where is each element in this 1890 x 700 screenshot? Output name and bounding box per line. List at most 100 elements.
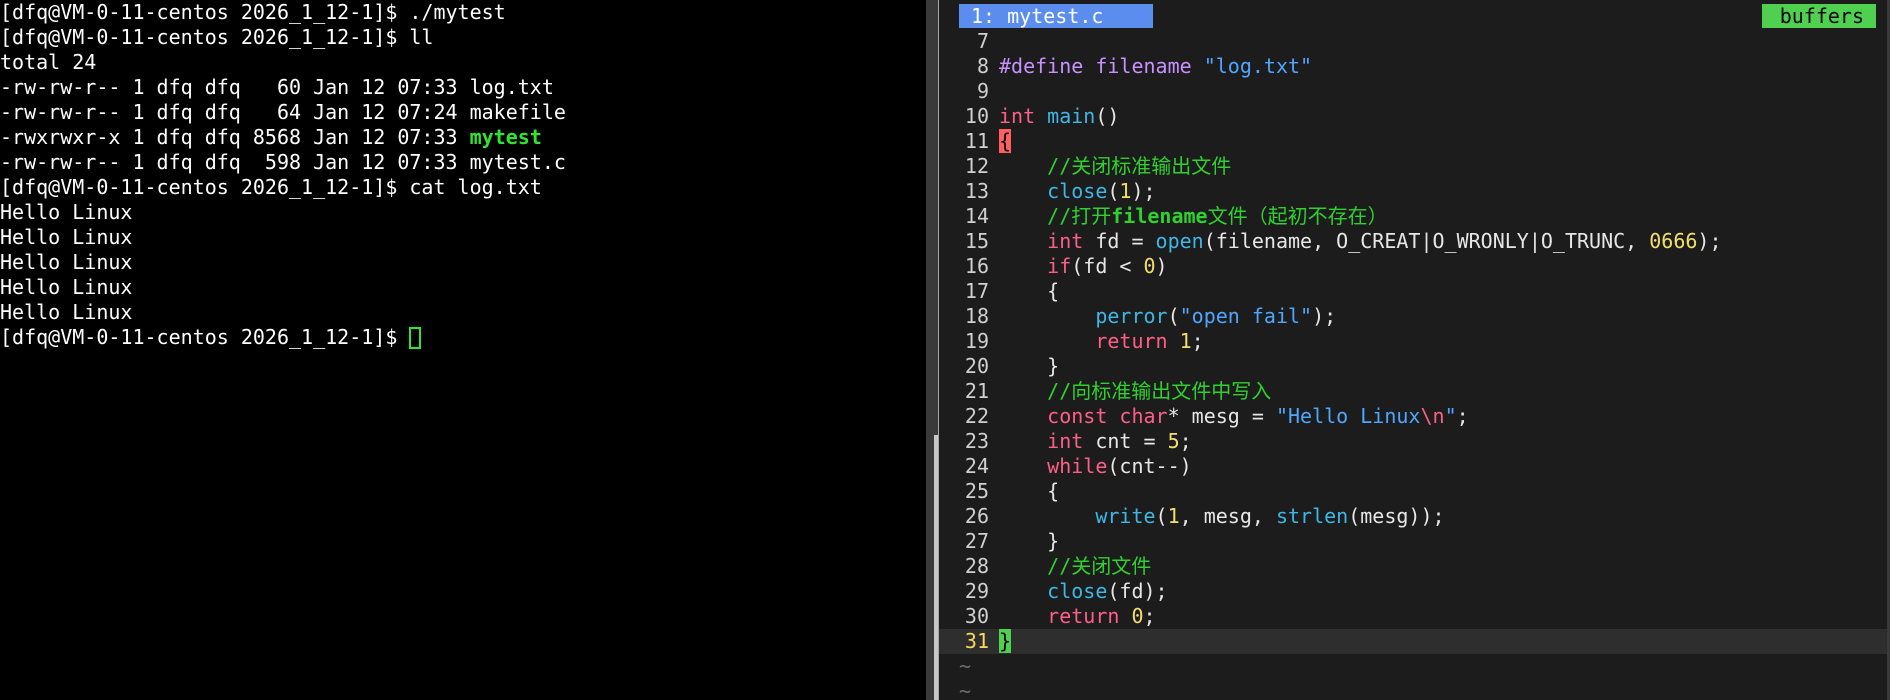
code-line-12: 12 //关闭标准输出文件 xyxy=(939,154,1890,179)
code-text: ; xyxy=(1191,329,1204,353)
current-line-number: 31 xyxy=(964,629,989,653)
line-number: 15 xyxy=(964,229,989,253)
function-name: open xyxy=(1155,229,1204,253)
terminal-line: [dfq@VM-0-11-centos 2026_1_12-1]$ cat lo… xyxy=(0,175,542,199)
comment: //打开 xyxy=(999,204,1112,228)
code-line-29: 29 close(fd); xyxy=(939,579,1890,604)
keyword: return xyxy=(999,604,1120,628)
function-name: close xyxy=(999,179,1108,203)
terminal-pane[interactable]: [dfq@VM-0-11-centos 2026_1_12-1]$ ./myte… xyxy=(0,0,926,700)
line-number: 11 xyxy=(964,129,989,153)
line-number: 20 xyxy=(964,354,989,378)
code-text: () xyxy=(1095,104,1120,128)
code-line-22: 22 const char* mesg = "Hello Linux\n"; xyxy=(939,404,1890,429)
string-literal: " xyxy=(1444,404,1457,428)
line-number: 27 xyxy=(964,529,989,553)
code-line-28: 28 //关闭文件 xyxy=(939,554,1890,579)
line-number: 7 xyxy=(976,29,989,53)
tilde-marker: ~ xyxy=(959,654,972,678)
function-name: close xyxy=(999,579,1108,603)
number-literal: 1 xyxy=(1179,329,1192,353)
code-text: (filename, O_CREAT|O_WRONLY|O_TRUNC, xyxy=(1203,229,1650,253)
comment: //关闭标准输出文件 xyxy=(999,154,1232,178)
code-text: cnt = xyxy=(1083,429,1168,453)
executable-name: mytest xyxy=(469,125,542,149)
code-line-20: 20 } xyxy=(939,354,1890,379)
line-number: 23 xyxy=(964,429,989,453)
code-text: , mesg, xyxy=(1179,504,1276,528)
code-line-17: 17 { xyxy=(939,279,1890,304)
terminal-line: Hello Linux xyxy=(0,250,133,274)
terminal-line: [dfq@VM-0-11-centos 2026_1_12-1]$ ./myte… xyxy=(0,0,506,24)
line-number: 26 xyxy=(964,504,989,528)
line-number: 14 xyxy=(964,204,989,228)
tilde-marker: ~ xyxy=(959,679,972,700)
code-text: { xyxy=(999,479,1060,503)
code-text: } xyxy=(999,354,1060,378)
line-number: 30 xyxy=(964,604,989,628)
code-area[interactable]: 7 8 #define filename "log.txt" 9 10 int ma… xyxy=(939,29,1890,700)
code-line-10: 10 int main() xyxy=(939,104,1890,129)
line-number: 29 xyxy=(964,579,989,603)
code-line-15: 15 int fd = open(filename, O_CREAT|O_WRO… xyxy=(939,229,1890,254)
line-number: 17 xyxy=(964,279,989,303)
cursor-brace-close: } xyxy=(999,629,1012,653)
line-number: 28 xyxy=(964,554,989,578)
comment: //向标准输出文件中写入 xyxy=(999,379,1272,403)
code-line-19: 19 return 1; xyxy=(939,329,1890,354)
line-number: 16 xyxy=(964,254,989,278)
terminal-prompt-line[interactable]: [dfq@VM-0-11-centos 2026_1_12-1]$ xyxy=(0,325,926,350)
keyword: char xyxy=(1119,404,1168,428)
terminal-line-exe: -rwxrwxr-x 1 dfq dfq 8568 Jan 12 07:33 m… xyxy=(0,125,926,150)
line-number: 19 xyxy=(964,329,989,353)
code-text: ); xyxy=(1697,229,1722,253)
function-name: strlen xyxy=(1275,504,1349,528)
vim-editor-pane[interactable]: 1: mytest.c buffers 7 8 #define filename … xyxy=(939,0,1890,700)
terminal-line: Hello Linux xyxy=(0,225,133,249)
keyword: int xyxy=(999,104,1036,128)
line-number: 13 xyxy=(964,179,989,203)
line-number: 21 xyxy=(964,379,989,403)
number-literal: 5 xyxy=(1167,429,1180,453)
code-line-18: 18 perror("open fail"); xyxy=(939,304,1890,329)
code-line-30: 30 return 0; xyxy=(939,604,1890,629)
code-text: (fd); xyxy=(1107,579,1168,603)
keyword: while xyxy=(999,454,1108,478)
code-text: ); xyxy=(1312,304,1337,328)
line-number: 10 xyxy=(964,104,989,128)
terminal-line: -rw-rw-r-- 1 dfq dfq 598 Jan 12 07:33 my… xyxy=(0,150,566,174)
line-number: 24 xyxy=(964,454,989,478)
line-number: 18 xyxy=(964,304,989,328)
buffers-label: buffers xyxy=(1761,4,1876,28)
code-line-26: 26 write(1, mesg, strlen(mesg)); xyxy=(939,504,1890,529)
tab-mytest-c[interactable]: 1: mytest.c xyxy=(959,4,1154,28)
line-number: 25 xyxy=(964,479,989,503)
string-literal: "Hello Linux xyxy=(1275,404,1421,428)
vim-tabline: 1: mytest.c buffers xyxy=(939,0,1890,29)
code-text: ; xyxy=(1456,404,1469,428)
keyword: const xyxy=(999,404,1108,428)
code-line-7: 7 xyxy=(939,29,1890,54)
code-line-9: 9 xyxy=(939,79,1890,104)
code-line-8: 8 #define filename "log.txt" xyxy=(939,54,1890,79)
code-text: { xyxy=(999,279,1060,303)
code-text: } xyxy=(999,529,1060,553)
code-text: fd = xyxy=(1083,229,1156,253)
code-text: ( xyxy=(1107,179,1120,203)
terminal-line: Hello Linux xyxy=(0,275,133,299)
code-text: ( xyxy=(1167,304,1180,328)
terminal-line: Hello Linux xyxy=(0,200,133,224)
code-line-27: 27 } xyxy=(939,529,1890,554)
number-literal: 1 xyxy=(1119,179,1132,203)
listing-prefix: -rwxrwxr-x 1 dfq dfq 8568 Jan 12 07:33 xyxy=(0,125,470,149)
string-literal: "open fail" xyxy=(1179,304,1313,328)
terminal-line: -rw-rw-r-- 1 dfq dfq 60 Jan 12 07:33 log… xyxy=(0,75,554,99)
number-literal: 0 xyxy=(1143,254,1156,278)
escape-sequence: \n xyxy=(1420,404,1445,428)
line-number: 8 xyxy=(976,54,989,78)
string-literal: "log.txt" xyxy=(1203,54,1313,78)
code-text: (mesg)); xyxy=(1348,504,1445,528)
code-text: (fd < xyxy=(1071,254,1144,278)
terminal-cursor xyxy=(409,327,422,349)
code-text: (cnt--) xyxy=(1107,454,1192,478)
